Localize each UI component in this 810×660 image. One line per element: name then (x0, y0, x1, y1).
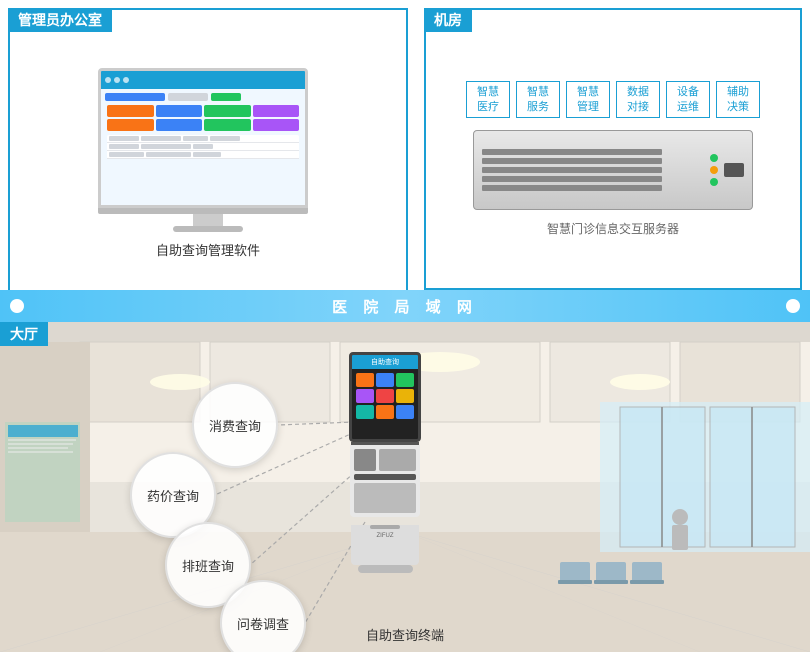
network-bar: 医 院 局 域 网 (0, 290, 810, 322)
kiosk-lower-slot (370, 525, 400, 529)
bubble-xiaofei: 消费查询 (192, 382, 278, 468)
screen-icon-2 (156, 105, 203, 117)
kiosk-base (358, 565, 413, 573)
screen-table (107, 135, 299, 159)
machine-room-section: 机房 智慧医疗 智慧服务 智慧管理 数据对接 设备运维 辅助决策 (424, 8, 802, 290)
kiosk-card-reader (354, 449, 376, 471)
server-front (474, 131, 752, 209)
screen-icon-7 (204, 119, 251, 131)
monitor-illustration (98, 68, 318, 228)
screen-block-2 (168, 93, 208, 101)
kiosk-icon-2 (376, 373, 394, 387)
table-cell (109, 136, 139, 141)
category-zhihui-fuwu: 智慧服务 (516, 81, 560, 118)
kiosk-icon-4 (356, 389, 374, 403)
screen-icon-6 (156, 119, 203, 131)
lobby-label: 大厅 (0, 322, 48, 346)
machine-room-label: 机房 (424, 8, 472, 32)
kiosk-icon-7 (356, 405, 374, 419)
category-zhihui-yiliao: 智慧医疗 (466, 81, 510, 118)
category-fuzhu-juece: 辅助决策 (716, 81, 760, 118)
monitor-screen (98, 68, 308, 208)
kiosk-screen: 自助查询 (349, 352, 421, 442)
category-shebei-yunwei: 设备运维 (666, 81, 710, 118)
kiosk-icon-1 (356, 373, 374, 387)
category-shuju-duijie: 数据对接 (616, 81, 660, 118)
kiosk-body-panel (379, 449, 416, 471)
screen-icon-5 (107, 119, 154, 131)
kiosk-brand: ZIFUZ (351, 533, 419, 539)
kiosk-icon-5 (376, 389, 394, 403)
server-category-labels: 智慧医疗 智慧服务 智慧管理 数据对接 设备运维 辅助决策 (466, 81, 760, 118)
server-slot-3 (482, 167, 662, 173)
kiosk-icon-3 (396, 373, 414, 387)
machine-room-content: 智慧医疗 智慧服务 智慧管理 数据对接 设备运维 辅助决策 (426, 10, 800, 288)
monitor-foot (173, 226, 243, 232)
kiosk-slot (354, 474, 416, 480)
table-cell-8 (109, 152, 144, 157)
server-slot-5 (482, 185, 662, 191)
admin-software-label: 自助查询管理软件 (156, 240, 260, 259)
table-cell-3 (183, 136, 208, 141)
server-light-3 (710, 178, 718, 186)
server-illustration (473, 130, 753, 210)
kiosk-lower-panel (354, 483, 416, 513)
screen-block-3 (211, 93, 241, 101)
kiosk-terminal-label: 自助查询终端 (366, 625, 444, 644)
kiosk-icon-8 (376, 405, 394, 419)
screen-icon-3 (204, 105, 251, 117)
screen-dot-3 (123, 77, 129, 83)
server-slot-4 (482, 176, 662, 182)
kiosk-body (350, 445, 420, 517)
monitor-stand (193, 214, 223, 226)
server-slot-1 (482, 149, 662, 155)
admin-office-content: 自助查询管理软件 (10, 10, 406, 296)
screen-icon-1 (107, 105, 154, 117)
network-label: 医 院 局 域 网 (332, 296, 478, 317)
screen-icon-8 (253, 119, 300, 131)
server-port (724, 163, 744, 177)
kiosk-icon-grid (352, 369, 418, 423)
table-cell-7 (193, 144, 213, 149)
kiosk-screen-title: 自助查询 (352, 355, 418, 369)
table-cell-5 (109, 144, 139, 149)
kiosk-icon-9 (396, 405, 414, 419)
screen-block (105, 93, 165, 101)
table-cell-9 (146, 152, 191, 157)
table-cell-2 (141, 136, 181, 141)
category-zhihui-guanli: 智慧管理 (566, 81, 610, 118)
screen-dot (105, 77, 111, 83)
kiosk-lower-body: ZIFUZ (351, 525, 419, 565)
kiosk-machine: 自助查询 ZIFUZ (345, 352, 425, 573)
table-cell-4 (210, 136, 240, 141)
admin-office-section: 管理员办公室 (8, 8, 408, 298)
screen-icon-4 (253, 105, 300, 117)
lobby-section: 大厅 (0, 322, 810, 652)
server-lights (710, 154, 718, 186)
server-name-label: 智慧门诊信息交互服务器 (547, 220, 679, 237)
server-light-1 (710, 154, 718, 162)
server-slots (482, 149, 702, 191)
screen-icon-grid (107, 105, 299, 131)
kiosk-icon-6 (396, 389, 414, 403)
screen-dot-2 (114, 77, 120, 83)
table-cell-6 (141, 144, 191, 149)
server-light-2 (710, 166, 718, 174)
server-slot-2 (482, 158, 662, 164)
table-cell-10 (193, 152, 221, 157)
admin-office-label: 管理员办公室 (8, 8, 112, 32)
